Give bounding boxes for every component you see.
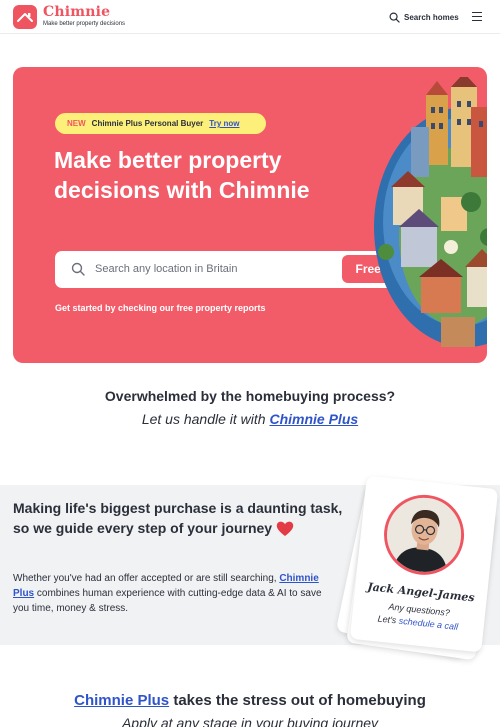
site-header: Chimnie Make better property decisions S… — [0, 0, 500, 34]
bottom-title: Chimnie Plus takes the stress out of hom… — [0, 692, 500, 709]
new-feature-badge[interactable]: NEW Chimnie Plus Personal Buyer Try now — [55, 113, 266, 134]
location-search-input[interactable]: Search any location in Britain — [95, 263, 237, 275]
search-homes-label: Search homes — [404, 12, 459, 22]
heart-icon — [276, 521, 294, 537]
search-icon — [71, 262, 85, 276]
hamburger-menu-icon[interactable] — [472, 12, 482, 21]
hero-subtitle: Get started by checking our free propert… — [55, 303, 266, 313]
search-icon — [389, 12, 400, 23]
guide-title: Making life's biggest purchase is a daun… — [13, 498, 343, 538]
advisor-contact-card[interactable]: Jack Angel-James Any questions? Let's sc… — [349, 475, 499, 653]
guide-text: Whether you've had an offer accepted or … — [13, 571, 323, 616]
guide-text-prefix: Whether you've had an offer accepted or … — [13, 573, 280, 584]
overwhelmed-subtitle: Let us handle it with Chimnie Plus — [0, 411, 500, 427]
badge-new-label: NEW — [67, 119, 86, 128]
bottom-title-suffix: takes the stress out of homebuying — [169, 692, 426, 709]
chimnie-logo-icon[interactable] — [13, 5, 37, 29]
brand-tagline: Make better property decisions — [43, 21, 126, 27]
brand-name[interactable]: Chimnie — [43, 4, 110, 20]
overwhelmed-subtitle-text: Let us handle it with — [141, 411, 270, 427]
schedule-call-prefix: Let's — [377, 613, 400, 626]
hero-banner: NEW Chimnie Plus Personal Buyer Try now … — [13, 67, 487, 363]
badge-text: Chimnie Plus Personal Buyer — [91, 119, 204, 128]
hero-title: Make better property decisions with Chim… — [54, 147, 310, 203]
chimnie-plus-link[interactable]: Chimnie Plus — [269, 411, 358, 427]
try-now-link[interactable]: Try now — [209, 119, 239, 128]
chimnie-plus-link[interactable]: Chimnie Plus — [74, 692, 169, 709]
schedule-call-link[interactable]: schedule a call — [398, 616, 458, 632]
advisor-avatar — [380, 490, 469, 579]
guide-text-suffix: combines human experience with cutting-e… — [13, 588, 322, 614]
village-globe-illustration — [374, 77, 487, 347]
search-homes-link[interactable]: Search homes — [389, 10, 459, 24]
bottom-subtitle: Apply at any stage in your buying journe… — [121, 715, 379, 727]
overwhelmed-title: Overwhelmed by the homebuying process? — [104, 388, 396, 404]
